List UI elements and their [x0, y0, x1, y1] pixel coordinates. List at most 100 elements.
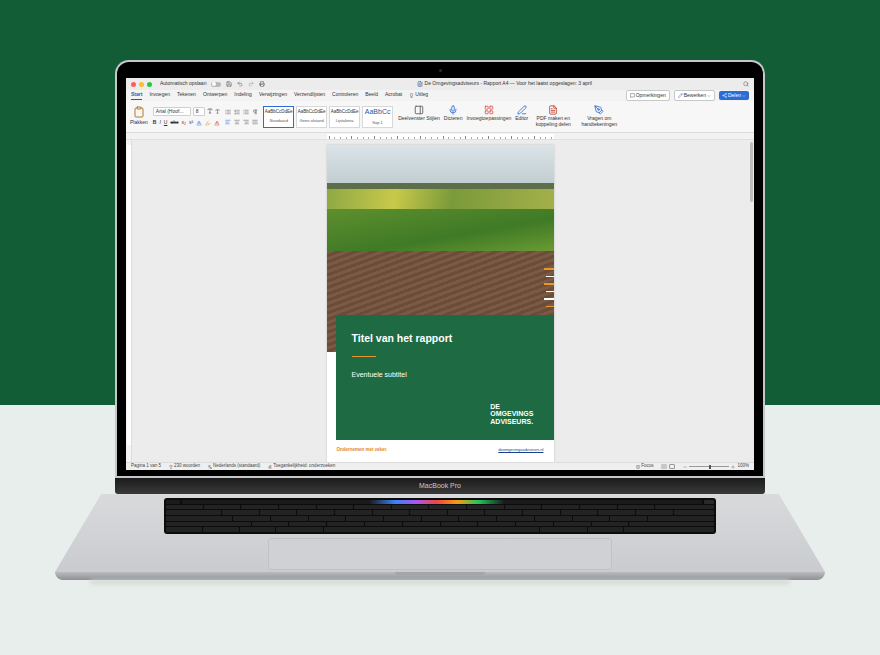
website-link[interactable]: deomgevingsadviseurs.nl — [498, 447, 543, 453]
key[interactable] — [271, 516, 308, 521]
scrollbar[interactable] — [748, 140, 754, 462]
font-color-icon[interactable] — [196, 120, 202, 126]
key[interactable] — [422, 516, 459, 521]
key[interactable] — [335, 510, 372, 515]
key[interactable] — [459, 516, 496, 521]
key[interactable] — [166, 510, 221, 515]
font-name-field[interactable]: Arial (Hoof... — [153, 107, 191, 117]
key[interactable] — [241, 505, 278, 510]
zoom-slider[interactable] — [689, 466, 729, 467]
key[interactable] — [610, 516, 647, 521]
key[interactable] — [166, 522, 251, 527]
font-size-field[interactable]: 8 — [193, 107, 205, 117]
print-icon[interactable] — [259, 81, 265, 87]
ribbon-tab[interactable]: Verzendlijsten — [294, 91, 325, 100]
key[interactable] — [448, 510, 485, 515]
key[interactable] — [289, 522, 326, 527]
key[interactable] — [384, 516, 421, 521]
ribbon-tab[interactable]: Indeling — [234, 91, 252, 100]
key[interactable] — [297, 510, 334, 515]
ribbon-tab[interactable]: Invoegen — [149, 91, 170, 100]
key[interactable] — [279, 505, 316, 510]
key[interactable] — [276, 527, 323, 532]
key[interactable] — [317, 505, 354, 510]
key[interactable] — [324, 527, 539, 532]
ribbon-tool[interactable]: Dicteren — [444, 105, 463, 122]
key[interactable] — [516, 522, 553, 527]
format-button[interactable]: abc — [170, 119, 178, 127]
focus-button[interactable]: Focus — [636, 463, 653, 470]
key[interactable] — [629, 522, 714, 527]
key[interactable] — [260, 510, 297, 515]
header-button[interactable]: Opmerkingen — [626, 90, 670, 101]
font-shrink-icon[interactable] — [215, 109, 220, 114]
key[interactable] — [354, 505, 391, 510]
key[interactable] — [166, 505, 203, 510]
ribbon-tab[interactable]: Beeld — [365, 91, 378, 100]
key[interactable] — [429, 505, 466, 510]
key[interactable] — [561, 510, 598, 515]
key[interactable] — [240, 527, 276, 532]
font-grow-icon[interactable] — [207, 108, 213, 114]
key[interactable] — [580, 505, 617, 510]
style-item[interactable]: AaBbCcDdEeLijstalinea — [329, 106, 360, 128]
key[interactable] — [554, 522, 591, 527]
key[interactable] — [497, 516, 534, 521]
key[interactable] — [478, 522, 515, 527]
bullets-icon[interactable] — [225, 109, 231, 115]
key[interactable] — [467, 505, 504, 510]
key[interactable] — [636, 510, 673, 515]
key[interactable] — [598, 510, 635, 515]
key[interactable] — [252, 522, 289, 527]
key[interactable] — [365, 522, 402, 527]
align-center-icon[interactable] — [234, 119, 240, 125]
zoom-out-icon[interactable] — [683, 465, 687, 469]
key[interactable] — [535, 516, 572, 521]
align-right-icon[interactable] — [243, 119, 249, 125]
key[interactable] — [573, 516, 610, 521]
status-item[interactable]: Toegankelijkheid: onderzoeken — [268, 463, 335, 470]
ribbon-tab[interactable]: Start — [131, 91, 142, 100]
key[interactable] — [346, 516, 383, 521]
key[interactable] — [655, 505, 714, 510]
close-button[interactable] — [131, 82, 136, 87]
align-left-icon[interactable] — [225, 119, 231, 125]
ribbon-tab[interactable]: Tekenen — [177, 91, 196, 100]
ribbon-tab[interactable]: Verwijzingen — [259, 91, 287, 100]
redo-icon[interactable] — [248, 81, 254, 87]
format-button[interactable]: I — [159, 119, 160, 127]
justify-icon[interactable] — [252, 119, 258, 125]
numbering-icon[interactable] — [234, 109, 240, 115]
minimize-button[interactable] — [139, 82, 144, 87]
undo-icon[interactable] — [237, 81, 243, 87]
format-button[interactable]: B — [153, 119, 157, 127]
key[interactable] — [624, 527, 714, 532]
style-item[interactable]: AaBbCcDdEeStandaard — [263, 106, 294, 128]
ribbon-tab[interactable]: Acrobat — [385, 91, 402, 100]
key[interactable] — [674, 510, 714, 515]
search-icon[interactable] — [743, 81, 749, 87]
key[interactable] — [309, 516, 346, 521]
key[interactable] — [403, 522, 440, 527]
key[interactable] — [166, 527, 202, 532]
ribbon-tab[interactable]: Controleren — [332, 91, 358, 100]
ribbon-tool[interactable]: Editor — [515, 105, 528, 122]
status-item[interactable]: Nederlands (standaard) — [208, 463, 260, 470]
key[interactable] — [588, 527, 624, 532]
highlight-icon[interactable] — [205, 120, 211, 126]
print-layout-view[interactable] — [661, 464, 667, 469]
key[interactable] — [592, 522, 629, 527]
zoom-in-icon[interactable] — [731, 465, 735, 469]
key[interactable] — [327, 522, 364, 527]
key[interactable] — [542, 505, 579, 510]
key[interactable] — [166, 516, 232, 521]
key[interactable] — [485, 510, 522, 515]
ribbon-tool[interactable]: Vragen om handtekeningen — [578, 105, 620, 128]
key[interactable] — [203, 527, 239, 532]
key[interactable] — [648, 516, 714, 521]
style-item[interactable]: AaBbCcKop 1 — [362, 106, 393, 128]
key[interactable] — [233, 516, 270, 521]
header-button[interactable]: Delen — [719, 91, 749, 100]
zoom-button[interactable] — [147, 82, 152, 87]
ribbon-tool[interactable]: Deelvenster Stijlen — [398, 105, 440, 122]
